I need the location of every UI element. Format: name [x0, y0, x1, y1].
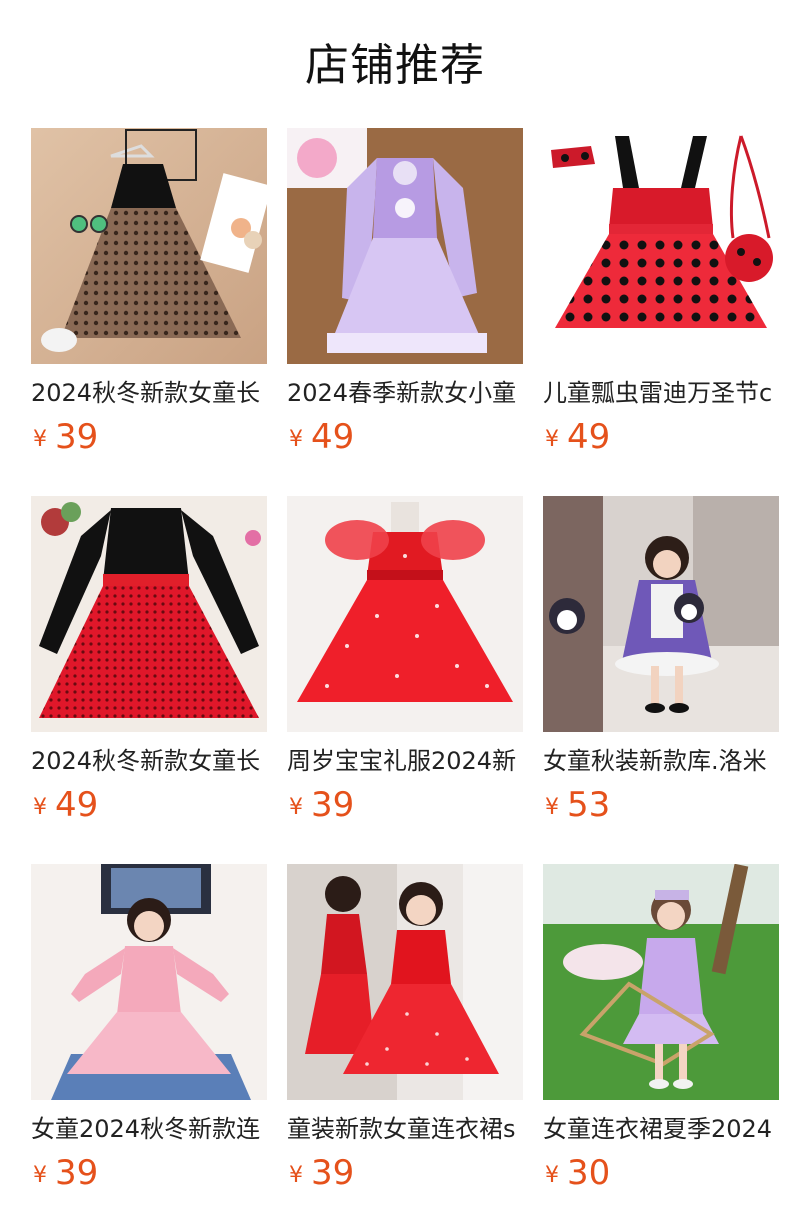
product-name[interactable]: 周岁宝宝礼服2024新 [287, 744, 523, 778]
currency-symbol: ¥ [289, 1163, 303, 1188]
price-value: 39 [55, 1153, 99, 1193]
product-price: ¥39 [289, 1152, 354, 1194]
product-price: ¥39 [289, 784, 354, 826]
price-value: 39 [55, 417, 99, 457]
product-price: ¥30 [545, 1152, 610, 1194]
currency-symbol: ¥ [545, 795, 559, 820]
price-value: 49 [311, 417, 355, 457]
product-name[interactable]: 女童2024秋冬新款连 [31, 1112, 267, 1146]
price-value: 49 [55, 785, 99, 825]
product-name[interactable]: 童装新款女童连衣裙s [287, 1112, 523, 1146]
product-image[interactable] [31, 496, 267, 732]
product-card[interactable]: 周岁宝宝礼服2024新 ¥39 [287, 496, 523, 825]
product-card[interactable]: 2024春季新款女小童 ¥49 [287, 128, 523, 457]
product-grid: 2024秋冬新款女童长 ¥39 2024春季新款女小童 ¥ 49 儿童瓢虫雷迪万… [31, 128, 790, 1193]
product-image[interactable] [287, 128, 523, 364]
product-card[interactable]: 2024秋冬新款女童长 ¥49 [31, 496, 267, 825]
product-card[interactable]: 儿童瓢虫雷迪万圣节c ¥49 [543, 128, 779, 457]
product-image[interactable] [543, 496, 779, 732]
product-card[interactable]: 2024秋冬新款女童长 ¥39 [31, 128, 267, 457]
currency-symbol: ¥ [33, 427, 47, 452]
product-card[interactable]: 童装新款女童连衣裙s ¥39 [287, 864, 523, 1193]
price-value: 53 [567, 785, 611, 825]
product-image[interactable] [287, 864, 523, 1100]
product-name[interactable]: 2024秋冬新款女童长 [31, 744, 267, 778]
product-image[interactable] [287, 496, 523, 732]
product-image[interactable] [543, 128, 779, 364]
currency-symbol: ¥ [545, 1163, 559, 1188]
product-image[interactable] [543, 864, 779, 1100]
product-price: ¥39 [33, 416, 98, 458]
product-price: ¥39 [33, 1152, 98, 1194]
product-image[interactable] [31, 128, 267, 364]
product-card[interactable]: 女童2024秋冬新款连 ¥39 [31, 864, 267, 1193]
product-name[interactable]: 2024秋冬新款女童长 [31, 376, 267, 410]
currency-symbol: ¥ [289, 795, 303, 820]
shop-recommendations: 店铺推荐 2024秋冬新款女童长 ¥ 39 2024春季新款女小童 ¥ 49 儿… [0, 0, 790, 1232]
product-price: ¥49 [545, 416, 610, 458]
product-price: ¥49 [289, 416, 354, 458]
currency-symbol: ¥ [289, 427, 303, 452]
product-name[interactable]: 2024春季新款女小童 [287, 376, 523, 410]
product-name[interactable]: 儿童瓢虫雷迪万圣节c [543, 376, 779, 410]
product-name[interactable]: 女童秋装新款库.洛米 [543, 744, 779, 778]
currency-symbol: ¥ [33, 1163, 47, 1188]
product-price: ¥49 [33, 784, 98, 826]
product-image[interactable] [31, 864, 267, 1100]
price-value: 30 [567, 1153, 611, 1193]
product-name[interactable]: 女童连衣裙夏季2024 [543, 1112, 779, 1146]
section-title: 店铺推荐 [305, 40, 485, 91]
product-card[interactable]: 女童连衣裙夏季2024 ¥30 [543, 864, 779, 1193]
product-price: ¥53 [545, 784, 610, 826]
currency-symbol: ¥ [545, 427, 559, 452]
currency-symbol: ¥ [33, 795, 47, 820]
price-value: 39 [311, 1153, 355, 1193]
price-value: 49 [567, 417, 611, 457]
price-value: 39 [311, 785, 355, 825]
product-card[interactable]: 女童秋装新款库.洛米 ¥53 [543, 496, 779, 825]
